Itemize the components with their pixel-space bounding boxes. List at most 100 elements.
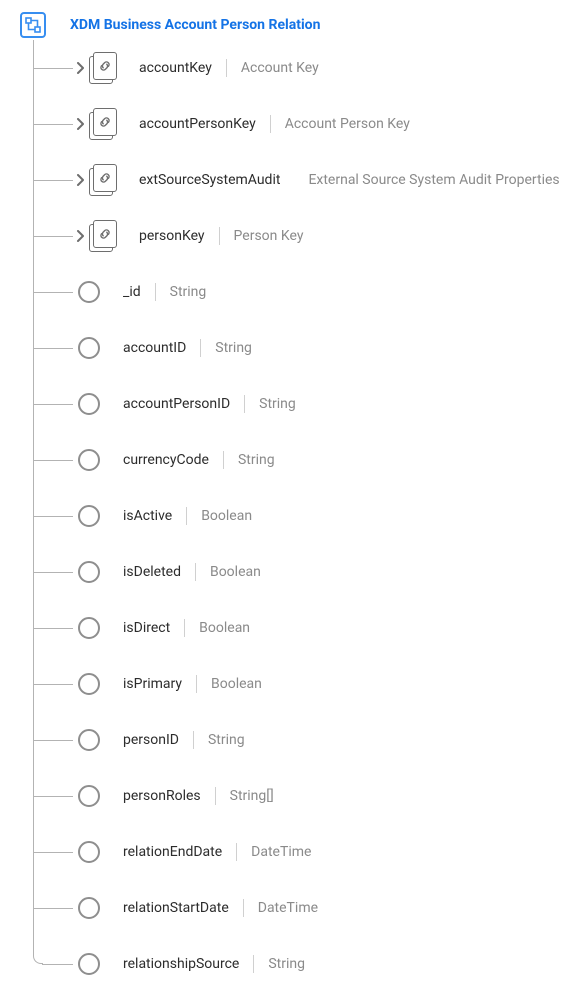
field-row[interactable]: _idString <box>33 264 556 320</box>
field-name: isActive <box>123 508 172 524</box>
leaf-field-icon <box>78 337 100 359</box>
field-description: Account Person Key <box>285 116 410 132</box>
schema-root-row[interactable]: XDM Business Account Person Relation <box>20 10 556 40</box>
field-name: isDeleted <box>123 564 181 580</box>
field-row[interactable]: isDeleted Boolean <box>33 544 556 600</box>
field-name: personRoles <box>123 788 201 804</box>
field-row[interactable]: accountKeyAccount Key <box>33 40 556 96</box>
field-labels: accountKeyAccount Key <box>139 59 319 77</box>
field-description: String <box>208 732 245 748</box>
field-description: Boolean <box>201 508 252 524</box>
field-row[interactable]: isDirect Boolean <box>33 600 556 656</box>
tree-connector <box>33 824 73 880</box>
tree-connector <box>33 320 73 376</box>
tree-connector <box>33 936 73 992</box>
leaf-field-icon <box>78 505 100 527</box>
leaf-field-icon <box>78 561 100 583</box>
object-group-icon <box>89 108 121 140</box>
field-row[interactable]: relationEndDate DateTime <box>33 824 556 880</box>
field-labels: isActive Boolean <box>123 507 252 525</box>
field-labels: isDeleted Boolean <box>123 563 261 581</box>
field-row[interactable]: personID String <box>33 712 556 768</box>
field-name: extSourceSystemAudit <box>139 172 280 188</box>
field-row[interactable]: extSourceSystemAudit External Source Syst… <box>33 152 556 208</box>
chevron-right-icon[interactable] <box>73 230 87 242</box>
field-separator <box>195 563 196 581</box>
field-name: relationStartDate <box>123 900 229 916</box>
field-separator <box>219 227 220 245</box>
field-labels: isPrimary Boolean <box>123 675 262 693</box>
field-labels: personID String <box>123 731 245 749</box>
field-name: accountID <box>123 340 186 356</box>
chevron-right-icon[interactable] <box>73 174 87 186</box>
schema-children: accountKeyAccount Key accountPersonKey Acc… <box>33 40 556 992</box>
leaf-field-icon <box>78 729 100 751</box>
field-separator <box>270 115 271 133</box>
field-row[interactable]: accountID String <box>33 320 556 376</box>
field-description: External Source System Audit Properties <box>308 172 559 188</box>
tree-connector <box>33 488 73 544</box>
field-description: DateTime <box>251 844 311 860</box>
field-name: personID <box>123 732 179 748</box>
field-separator <box>215 787 216 805</box>
field-row[interactable]: personRoles String[] <box>33 768 556 824</box>
tree-connector <box>33 544 73 600</box>
field-row[interactable]: relationStartDate DateTime <box>33 880 556 936</box>
field-row[interactable]: relationshipSourceString <box>33 936 556 992</box>
field-description: String <box>215 340 252 356</box>
field-labels: relationStartDate DateTime <box>123 899 318 917</box>
field-labels: relationshipSourceString <box>123 955 305 973</box>
leaf-field-icon <box>78 449 100 471</box>
leaf-field-icon <box>78 617 100 639</box>
tree-connector <box>33 880 73 936</box>
field-name: isPrimary <box>123 676 182 692</box>
field-separator <box>200 339 201 357</box>
field-description: Boolean <box>199 620 250 636</box>
tree-connector <box>33 600 73 656</box>
field-labels: isDirect Boolean <box>123 619 250 637</box>
field-description: String <box>170 284 207 300</box>
field-name: isDirect <box>123 620 170 636</box>
field-separator <box>236 843 237 861</box>
field-separator <box>184 619 185 637</box>
field-labels: accountPersonIDString <box>123 395 296 413</box>
field-labels: relationEndDate DateTime <box>123 843 311 861</box>
tree-connector <box>33 768 73 824</box>
field-row[interactable]: accountPersonKey Account Person Key <box>33 96 556 152</box>
field-name: relationEndDate <box>123 844 222 860</box>
tree-connector <box>33 264 73 320</box>
field-description: DateTime <box>258 900 318 916</box>
field-labels: _idString <box>123 283 206 301</box>
field-name: accountPersonKey <box>139 116 256 132</box>
field-description: Boolean <box>210 564 261 580</box>
schema-root-icon <box>20 12 46 38</box>
leaf-field-icon <box>78 673 100 695</box>
leaf-field-icon <box>78 785 100 807</box>
object-group-icon <box>89 220 121 252</box>
field-description: String <box>238 452 275 468</box>
object-group-icon <box>89 164 121 196</box>
field-row[interactable]: isPrimary Boolean <box>33 656 556 712</box>
tree-connector <box>33 712 73 768</box>
field-description: Boolean <box>211 676 262 692</box>
field-description: String[] <box>230 788 274 804</box>
field-row[interactable]: accountPersonIDString <box>33 376 556 432</box>
field-description: Account Key <box>241 60 319 76</box>
chevron-right-icon[interactable] <box>73 118 87 130</box>
field-labels: accountPersonKey Account Person Key <box>139 115 410 133</box>
field-separator <box>186 507 187 525</box>
field-row[interactable]: currencyCodeString <box>33 432 556 488</box>
tree-connector <box>33 656 73 712</box>
schema-tree: XDM Business Account Person Relation acc… <box>0 0 566 1002</box>
tree-connector <box>33 152 73 208</box>
leaf-field-icon <box>78 897 100 919</box>
field-description: Person Key <box>234 228 304 244</box>
field-labels: personKeyPerson Key <box>139 227 303 245</box>
object-group-icon <box>89 52 121 84</box>
field-separator <box>244 395 245 413</box>
chevron-right-icon[interactable] <box>73 62 87 74</box>
field-row[interactable]: personKeyPerson Key <box>33 208 556 264</box>
leaf-field-icon <box>78 393 100 415</box>
tree-connector <box>33 208 73 264</box>
field-row[interactable]: isActive Boolean <box>33 488 556 544</box>
